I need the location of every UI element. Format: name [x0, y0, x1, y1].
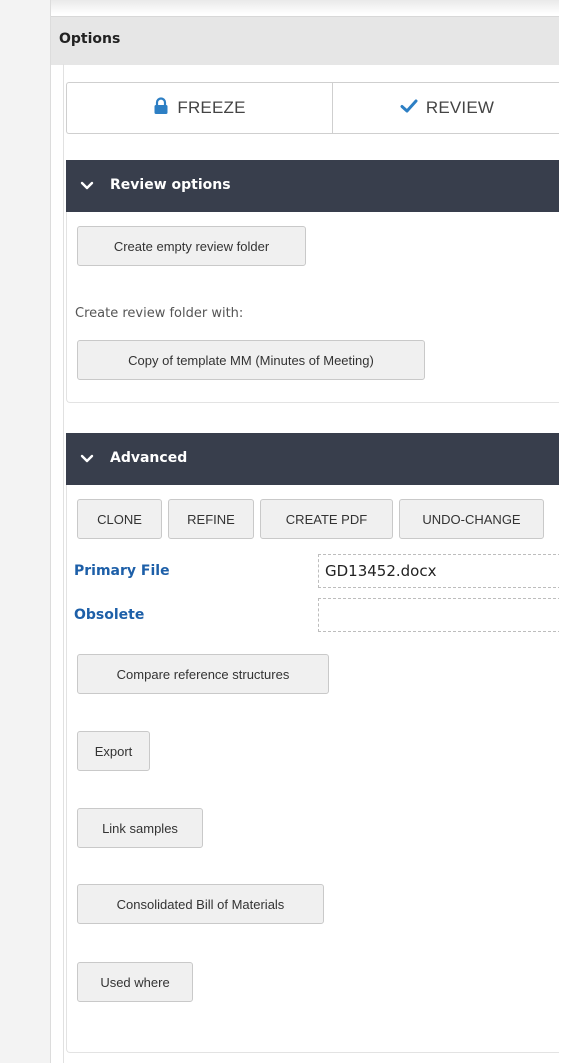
options-panel: Options FREEZE REVIEW Review options Cre… — [50, 0, 559, 1063]
review-options-body: Create empty review folder Create review… — [66, 212, 559, 403]
advanced-title: Advanced — [110, 450, 188, 466]
primary-file-field[interactable]: GD13452.docx — [318, 554, 559, 588]
right-rail — [558, 0, 581, 1063]
obsolete-field[interactable] — [318, 598, 559, 632]
options-header: Options — [51, 16, 559, 65]
obsolete-label: Obsolete — [74, 607, 145, 623]
consolidated-bom-button[interactable]: Consolidated Bill of Materials — [77, 884, 324, 924]
lock-icon — [153, 96, 169, 120]
left-rail — [0, 0, 48, 1063]
compare-reference-structures-button[interactable]: Compare reference structures — [77, 654, 329, 694]
tab-freeze[interactable]: FREEZE — [67, 83, 333, 133]
freeze-review-toggle: FREEZE REVIEW — [66, 82, 559, 134]
clone-button[interactable]: CLONE — [77, 499, 162, 539]
tab-review[interactable]: REVIEW — [333, 83, 559, 133]
create-empty-review-folder-button[interactable]: Create empty review folder — [77, 226, 306, 266]
create-review-folder-with-text: Create review folder with: — [75, 306, 244, 321]
panel-top-shadow — [51, 0, 559, 14]
used-where-button[interactable]: Used where — [77, 962, 193, 1002]
export-button[interactable]: Export — [77, 731, 150, 771]
app-background: Options FREEZE REVIEW Review options Cre… — [0, 0, 581, 1063]
review-options-header[interactable]: Review options — [66, 160, 559, 212]
primary-file-label: Primary File — [74, 563, 170, 579]
copy-template-mm-button[interactable]: Copy of template MM (Minutes of Meeting) — [77, 340, 425, 380]
options-title: Options — [59, 31, 121, 47]
advanced-body: CLONE REFINE CREATE PDF UNDO-CHANGE Prim… — [66, 485, 559, 1053]
tab-freeze-label: FREEZE — [177, 98, 246, 117]
undo-change-button[interactable]: UNDO-CHANGE — [399, 499, 544, 539]
review-options-title: Review options — [110, 177, 231, 193]
create-pdf-button[interactable]: CREATE PDF — [260, 499, 393, 539]
advanced-header[interactable]: Advanced — [66, 433, 559, 485]
chevron-down-icon — [80, 451, 94, 469]
tab-review-label: REVIEW — [425, 98, 495, 117]
options-content: FREEZE REVIEW Review options Create empt… — [63, 64, 559, 1063]
link-samples-button[interactable]: Link samples — [77, 808, 203, 848]
refine-button[interactable]: REFINE — [168, 499, 254, 539]
check-icon — [400, 98, 418, 119]
chevron-down-icon — [80, 178, 94, 196]
